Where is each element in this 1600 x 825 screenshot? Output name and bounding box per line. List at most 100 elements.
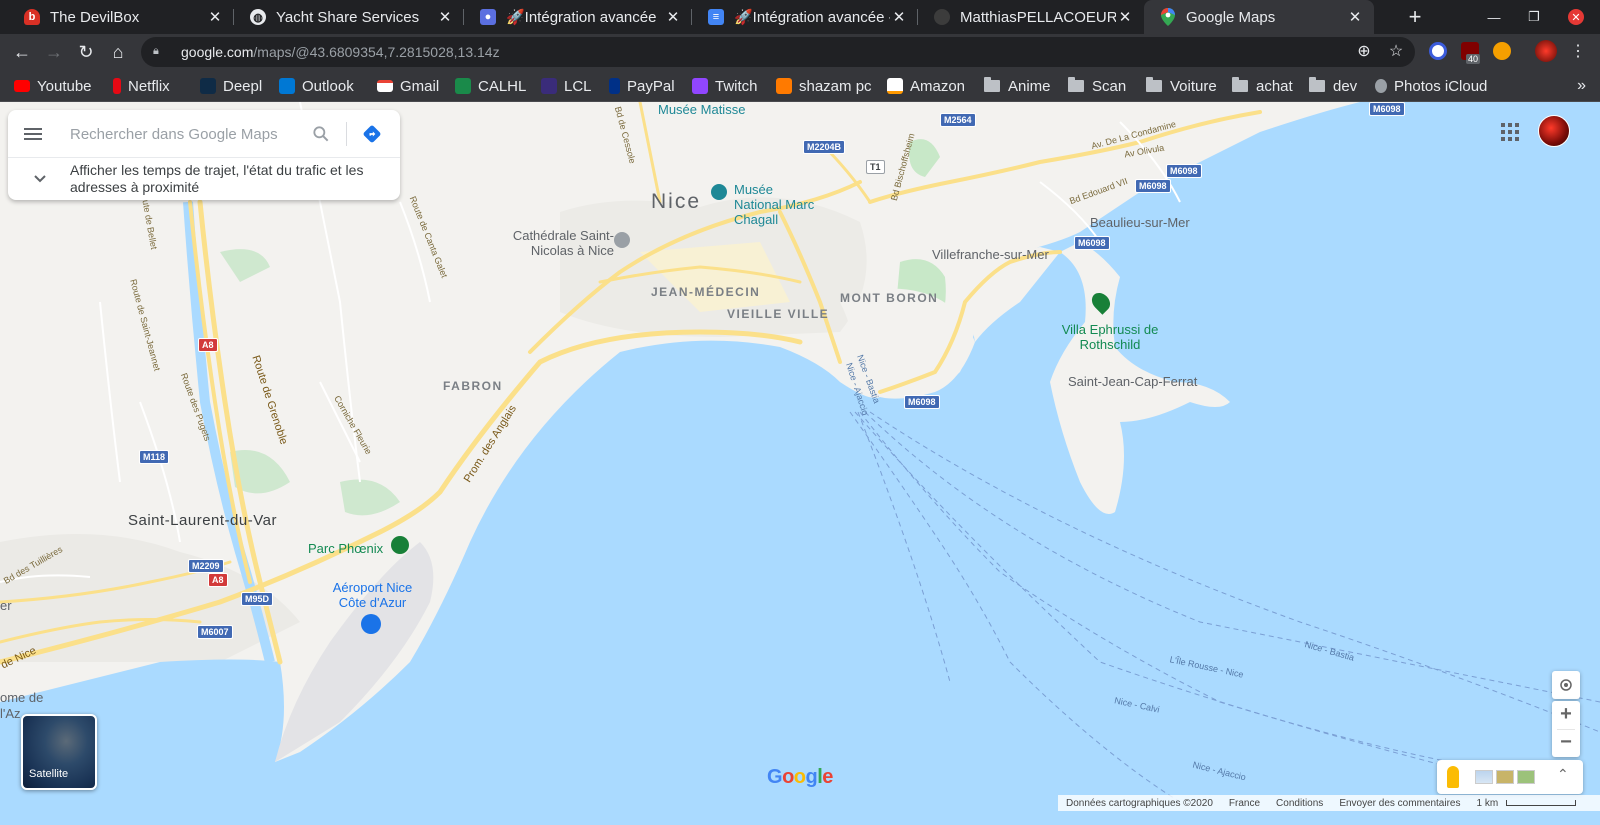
extension-badge: 40 xyxy=(1466,54,1481,64)
poi-parc-phoenix[interactable]: Parc Phœnix xyxy=(308,541,383,556)
church-pin-icon[interactable] xyxy=(614,232,630,248)
airport-pin-icon[interactable] xyxy=(361,614,381,634)
bookmark-gmail[interactable]: Gmail xyxy=(377,70,439,102)
bookmark-folder-voiture[interactable]: Voiture xyxy=(1146,70,1217,102)
amazon-icon xyxy=(887,78,903,94)
more-bookmarks-icon[interactable]: » xyxy=(1577,70,1586,102)
bookmark-folder-scan[interactable]: Scan xyxy=(1068,70,1126,102)
tab-github[interactable]: MatthiasPELLACOEUR/y ✕ xyxy=(918,0,1144,34)
poi-musee-matisse[interactable]: Musée Matisse xyxy=(658,102,745,117)
zoom-in-button[interactable]: + xyxy=(1552,701,1580,728)
bookmark-amazon[interactable]: Amazon xyxy=(887,70,965,102)
museum-pin-icon[interactable] xyxy=(711,184,727,200)
close-icon[interactable]: ✕ xyxy=(1116,8,1134,26)
route-shield: M2204B xyxy=(803,140,846,154)
tab-integration-2[interactable]: ≡ 🚀Intégration avancée - ✕ xyxy=(692,0,918,34)
satellite-toggle[interactable]: Satellite xyxy=(21,714,97,790)
bookmark-twitch[interactable]: Twitch xyxy=(692,70,758,102)
bookmark-outlook[interactable]: Outlook xyxy=(279,70,354,102)
district-label: FABRON xyxy=(443,379,503,393)
calhl-icon xyxy=(455,78,471,94)
layer-transit-thumb[interactable] xyxy=(1475,770,1493,784)
tab-title: Google Maps xyxy=(1186,8,1276,26)
docs-icon: ≡ xyxy=(708,9,724,25)
route-shield: M118 xyxy=(139,450,170,464)
poi-musee-chagall[interactable]: Musée National Marc Chagall xyxy=(734,182,824,227)
poi-villa-ephrussi[interactable]: Villa Ephrussi de Rothschild xyxy=(1060,322,1160,352)
zoom-out-button[interactable]: − xyxy=(1552,729,1580,756)
terms-link[interactable]: Conditions xyxy=(1276,798,1323,809)
traffic-toggle[interactable]: Afficher les temps de trajet, l'état du … xyxy=(8,158,400,200)
layer-terrain-thumb[interactable] xyxy=(1496,770,1514,784)
bookmark-paypal[interactable]: PayPal xyxy=(609,70,675,102)
back-button[interactable]: ← xyxy=(10,40,34,64)
route-shield: T1 xyxy=(866,160,885,174)
tab-title: 🚀Intégration avancée xyxy=(506,9,657,26)
my-location-button[interactable] xyxy=(1552,671,1580,699)
district-label: VIEILLE VILLE xyxy=(727,307,830,321)
close-icon[interactable]: ✕ xyxy=(664,8,682,26)
close-icon[interactable]: ✕ xyxy=(890,8,908,26)
pegman-icon[interactable] xyxy=(1447,766,1459,788)
bookmark-photos-icloud[interactable]: Photos iCloud xyxy=(1375,70,1487,102)
restore-button[interactable]: ❐ xyxy=(1514,0,1554,34)
park-pin-icon[interactable] xyxy=(391,536,409,554)
search-icon[interactable] xyxy=(311,124,331,144)
extension-block-icon[interactable] xyxy=(1429,42,1447,60)
new-tab-button[interactable]: + xyxy=(1402,4,1428,30)
tab-devilbox[interactable]: b The DevilBox ✕ xyxy=(8,0,234,34)
url-text: google.com/maps/@43.6809354,7.2815028,13… xyxy=(181,44,500,60)
close-window-button[interactable]: ✕ xyxy=(1556,0,1596,34)
forward-button[interactable]: → xyxy=(42,40,66,64)
poi-airport[interactable]: Aéroport Nice Côte d'Azur xyxy=(325,580,420,610)
chevron-down-icon xyxy=(34,175,46,183)
account-avatar[interactable] xyxy=(1538,115,1570,147)
country-link[interactable]: France xyxy=(1229,798,1260,809)
feedback-link[interactable]: Envoyer des commentaires xyxy=(1339,798,1460,809)
close-icon[interactable]: ✕ xyxy=(436,8,454,26)
bookmark-youtube[interactable]: Youtube xyxy=(14,70,92,102)
layer-biking-thumb[interactable] xyxy=(1517,770,1535,784)
extension-face-icon[interactable] xyxy=(1493,42,1511,60)
apps-grid-icon[interactable] xyxy=(1500,122,1520,142)
directions-icon[interactable] xyxy=(362,124,382,144)
bookmark-shazam[interactable]: shazam pc xyxy=(776,70,872,102)
scale-label[interactable]: 1 km xyxy=(1476,798,1498,809)
reload-button[interactable]: ↻ xyxy=(74,40,98,64)
district-label: JEAN-MÉDECIN xyxy=(651,285,761,299)
close-icon[interactable]: ✕ xyxy=(1346,8,1364,26)
bookmark-lcl[interactable]: LCL xyxy=(541,70,592,102)
bookmark-netflix[interactable]: Netflix xyxy=(113,70,170,102)
map-canvas[interactable]: Nice Saint-Laurent-du-Var JEAN-MÉDECIN V… xyxy=(0,102,1600,825)
district-label: MONT BORON xyxy=(840,291,939,305)
tab-yacht-share[interactable]: ◍ Yacht Share Services ✕ xyxy=(234,0,464,34)
search-input[interactable] xyxy=(70,122,300,146)
home-button[interactable]: ⌂ xyxy=(106,40,130,64)
route-shield: M6007 xyxy=(197,625,233,639)
tab-title: MatthiasPELLACOEUR/y xyxy=(960,8,1116,26)
install-icon[interactable]: ⊕ xyxy=(1353,40,1375,62)
route-shield: M2564 xyxy=(940,113,976,127)
poi-cathedrale[interactable]: Cathédrale Saint-Nicolas à Nice xyxy=(484,228,614,258)
city-label-nice: Nice xyxy=(651,190,702,213)
tab-integration-1[interactable]: ● 🚀Intégration avancée ✕ xyxy=(464,0,692,34)
minimize-button[interactable]: — xyxy=(1474,0,1514,34)
route-shield: M6098 xyxy=(1074,236,1110,250)
folder-icon xyxy=(1146,77,1162,92)
profile-avatar[interactable] xyxy=(1535,40,1557,62)
hamburger-menu-icon[interactable] xyxy=(24,125,44,143)
globe-icon: ◍ xyxy=(250,9,266,25)
twitch-icon xyxy=(692,78,708,94)
route-shield: M6098 xyxy=(1369,102,1405,116)
bookmark-star-icon[interactable]: ☆ xyxy=(1385,40,1407,62)
bookmark-folder-anime[interactable]: Anime xyxy=(984,70,1051,102)
bookmark-deepl[interactable]: Deepl xyxy=(200,70,262,102)
chevron-up-icon[interactable]: ⌃ xyxy=(1557,766,1569,783)
bookmark-folder-achat[interactable]: achat xyxy=(1232,70,1293,102)
bookmark-folder-dev[interactable]: dev xyxy=(1309,70,1357,102)
bookmark-calhl[interactable]: CALHL xyxy=(455,70,526,102)
tab-google-maps[interactable]: Google Maps ✕ xyxy=(1144,0,1374,34)
address-bar[interactable]: 🔒︎ google.com/maps/@43.6809354,7.2815028… xyxy=(141,37,1415,67)
close-icon[interactable]: ✕ xyxy=(206,8,224,26)
menu-kebab-icon[interactable]: ⋮ xyxy=(1567,40,1589,62)
